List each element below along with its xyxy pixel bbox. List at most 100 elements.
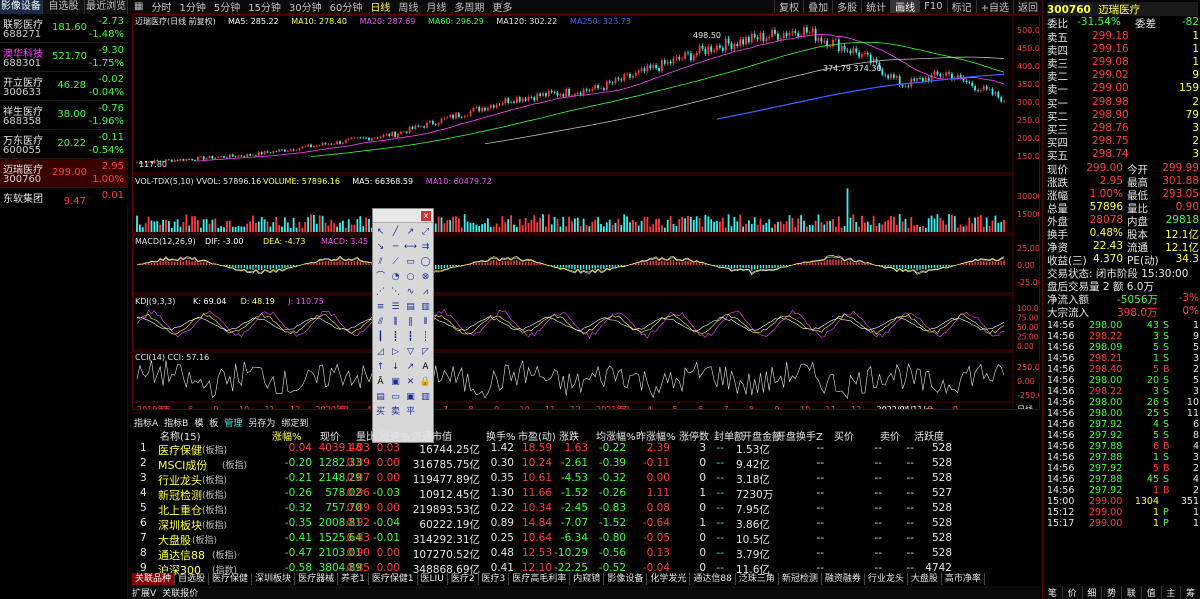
period-周线[interactable]: 周线 bbox=[394, 0, 422, 13]
sector-tab[interactable]: 关联品种 bbox=[132, 573, 176, 585]
period-1分钟[interactable]: 1分钟 bbox=[175, 0, 209, 13]
tri2-icon[interactable]: ▷ bbox=[389, 345, 403, 359]
tool-+自选[interactable]: +自选 bbox=[975, 0, 1013, 13]
text-icon[interactable]: A bbox=[419, 360, 433, 374]
rect-icon[interactable]: ▭ bbox=[404, 255, 418, 269]
watchlist-row[interactable]: 万东医疗 600055 20.22 -0.11 -0.54% bbox=[0, 130, 128, 159]
period-日线[interactable]: 日线 bbox=[366, 0, 394, 13]
period-月线[interactable]: 月线 bbox=[422, 0, 450, 13]
drawing-toolbox[interactable]: x ↖ ╱ ↗ ⤢ ↘ ─ ⟷ ⇉ ⫽ ⟋ ▭ ◯ ⌒ ◔ ○ ⊗ ⋰ ⋱ ∿ ⩘ ≡ ☰ ▤ ▥ ⫻ ⫼ ‖ ⦀ ┃ ┋ ┇… bbox=[372, 208, 434, 443]
sector-tab[interactable]: 通达信88 bbox=[690, 573, 736, 585]
sector-tab[interactable]: 新冠检测 bbox=[779, 573, 822, 585]
sector-tab[interactable]: 泛珠三角 bbox=[736, 573, 779, 585]
sector-tab[interactable]: 医疗保健1 bbox=[369, 573, 418, 585]
flag-icon[interactable]: ▥ bbox=[419, 390, 433, 404]
quote-tab[interactable]: 联 bbox=[1122, 586, 1142, 599]
table-row[interactable]: 5 北上重仓 (板指) -0.32 757.70 0.89 0.00 219893.53亿 0.… bbox=[132, 501, 1040, 517]
arc-icon[interactable]: ⌒ bbox=[374, 270, 388, 284]
parallel-icon[interactable]: ⫻ bbox=[374, 315, 388, 329]
sector-tab[interactable]: 自选股 bbox=[175, 573, 210, 585]
trend-icon[interactable]: ⟋ bbox=[389, 255, 403, 269]
vlines4-icon[interactable]: ┊ bbox=[419, 330, 433, 344]
fib-icon[interactable]: ≡ bbox=[374, 300, 388, 314]
tool-叠加[interactable]: 叠加 bbox=[803, 0, 832, 13]
kline-chart[interactable]: 迈瑞医疗(日线 前复权) MA5: 285.22 MA10: 278.40 MA20:… bbox=[132, 14, 1048, 414]
table-row[interactable]: 8 通达信88 (板指) -0.47 2103.01 0.90 0.00 107270.52亿… bbox=[132, 546, 1040, 562]
period-多周期[interactable]: 多周期 bbox=[450, 0, 488, 13]
channel-icon[interactable]: ⇉ bbox=[419, 240, 433, 254]
watchlist-row[interactable]: 开立医疗 300633 46.28 -0.02 -0.04% bbox=[0, 72, 128, 101]
zigzag-icon[interactable]: ⩘ bbox=[419, 285, 433, 299]
down-icon[interactable]: ▽ bbox=[404, 345, 418, 359]
sector-tab[interactable]: 影像设备 bbox=[604, 573, 648, 585]
quote-tab[interactable]: 势 bbox=[1102, 586, 1122, 599]
tab-recent[interactable]: 最近浏览 bbox=[85, 0, 129, 14]
down-arrow-icon[interactable]: ↓ bbox=[389, 360, 403, 374]
period-15分钟[interactable]: 15分钟 bbox=[244, 0, 285, 13]
tool-复权[interactable]: 复权 bbox=[774, 0, 803, 13]
curve-arrow-icon[interactable]: ↗ bbox=[404, 360, 418, 374]
cycle-icon[interactable]: ◔ bbox=[389, 270, 403, 284]
grid-lines-icon[interactable]: ▤ bbox=[404, 300, 418, 314]
quote-tab[interactable]: 值 bbox=[1142, 586, 1162, 599]
sector-tab[interactable]: 化学发光 bbox=[647, 573, 691, 585]
up-arrow-icon[interactable]: ↑ bbox=[374, 360, 388, 374]
table-row[interactable]: 1 医疗保健 (板指) 0.04 4039.48 1.03 0.03 16744.25亿 1.4… bbox=[132, 441, 1040, 457]
tool-多股[interactable]: 多股 bbox=[832, 0, 861, 13]
speed-icon[interactable]: ⋱ bbox=[389, 285, 403, 299]
close-icon[interactable]: x bbox=[421, 211, 431, 221]
quote-tab[interactable]: 筹 bbox=[1181, 586, 1200, 599]
cycle2-icon[interactable]: ‖ bbox=[404, 315, 418, 329]
mark-icon[interactable]: ▣ bbox=[404, 390, 418, 404]
segment-icon[interactable]: ⤢ bbox=[419, 225, 433, 239]
sector-tab[interactable]: 深圳板块 bbox=[252, 573, 296, 585]
box-icon[interactable]: ▣ bbox=[389, 375, 403, 389]
arrow-line-icon[interactable]: ↘ bbox=[374, 240, 388, 254]
watchlist-row[interactable]: 祥生医疗 688358 38.00 -0.76 -1.96% bbox=[0, 101, 128, 130]
triangle-icon[interactable]: ◿ bbox=[374, 345, 388, 359]
status-tab[interactable]: 关联报价 bbox=[162, 586, 198, 599]
quote-tab[interactable]: 笔 bbox=[1043, 586, 1063, 599]
sector-tab[interactable]: 大盘股 bbox=[908, 573, 942, 585]
channel2-icon[interactable]: ⫼ bbox=[389, 315, 403, 329]
label-icon[interactable]: ▭ bbox=[389, 390, 403, 404]
watchlist-row[interactable]: 迈瑞医疗 300760 299.00 2.95 1.00% bbox=[0, 159, 128, 188]
up-tri-icon[interactable]: ◸ bbox=[419, 345, 433, 359]
table-row[interactable]: 6 深圳板块 (板指) -0.35 2008.81 0.92 -0.04 60222.19亿 0… bbox=[132, 516, 1040, 532]
ray-icon[interactable]: ↗ bbox=[404, 225, 418, 239]
sector-tab[interactable]: 融资融券 bbox=[822, 573, 865, 585]
delete-icon[interactable]: ✕ bbox=[404, 375, 418, 389]
pct-icon[interactable]: ▥ bbox=[419, 300, 433, 314]
period-5分钟[interactable]: 5分钟 bbox=[210, 0, 244, 13]
status-tab[interactable]: 扩展V bbox=[132, 586, 156, 599]
time-icon[interactable]: ⦀ bbox=[419, 315, 433, 329]
watchlist-row[interactable]: 澳华科技 688301 521.70 -9.30 -1.75% bbox=[0, 43, 128, 72]
gann-icon[interactable]: ⊗ bbox=[419, 270, 433, 284]
fan-icon[interactable]: ⋰ bbox=[374, 285, 388, 299]
table-row[interactable]: 4 新冠检测 (板指) -0.26 578.02 0.96 -0.03 10912.45亿 1.… bbox=[132, 486, 1040, 502]
sector-tab[interactable]: 医疗高毛利率 bbox=[509, 573, 571, 585]
table-row[interactable]: 2 MSCI成份 (板指) -0.20 1282.33 0.89 0.00 316785.75… bbox=[132, 456, 1040, 472]
sector-tab[interactable]: 养老1 bbox=[338, 573, 369, 585]
period-60分钟[interactable]: 60分钟 bbox=[326, 0, 367, 13]
grid-icon[interactable]: ▦ bbox=[130, 1, 147, 12]
sector-tab[interactable]: 医疗器械 bbox=[295, 573, 339, 585]
vlines3-icon[interactable]: ┇ bbox=[404, 330, 418, 344]
tool-统计[interactable]: 统计 bbox=[861, 0, 890, 13]
tool-画线[interactable]: 画线 bbox=[890, 0, 920, 13]
period-分时[interactable]: 分时 bbox=[147, 0, 175, 13]
sector-tab[interactable]: 医LIU bbox=[418, 573, 448, 585]
period-label[interactable]: 日线 bbox=[1017, 404, 1033, 414]
fib-line-icon[interactable]: ⫽ bbox=[374, 255, 388, 269]
vlines2-icon[interactable]: ┋ bbox=[389, 330, 403, 344]
sector-tab[interactable]: 医疗保健 bbox=[209, 573, 253, 585]
sector-tab[interactable]: 高市净率 bbox=[942, 573, 985, 585]
tool-返回[interactable]: 返回 bbox=[1013, 0, 1042, 13]
circle-icon[interactable]: ○ bbox=[404, 270, 418, 284]
line-icon[interactable]: ╱ bbox=[389, 225, 403, 239]
pline-icon[interactable]: ⟷ bbox=[404, 240, 418, 254]
quote-tab[interactable]: 价 bbox=[1063, 586, 1083, 599]
wave-icon[interactable]: ∿ bbox=[404, 285, 418, 299]
sector-tab[interactable]: 行业龙头 bbox=[865, 573, 908, 585]
table-row[interactable]: 7 大盘股 (板指) -0.41 1525.64 0.83 -0.01 314292.31亿 0… bbox=[132, 531, 1040, 547]
